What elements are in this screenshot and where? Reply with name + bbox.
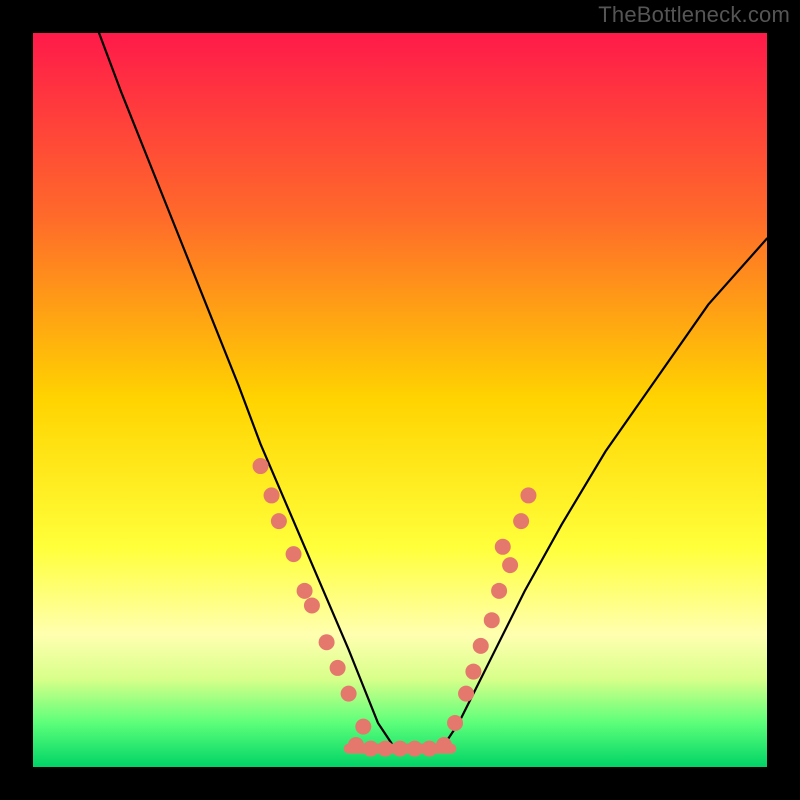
watermark-text: TheBottleneck.com [598, 2, 790, 28]
chart-svg [33, 33, 767, 767]
marker-right-dots [458, 686, 474, 702]
marker-left-dots [297, 583, 313, 599]
gradient-background [33, 33, 767, 767]
marker-bottom-dots [348, 737, 364, 753]
marker-right-dots [465, 664, 481, 680]
marker-bottom-dots [421, 741, 437, 757]
marker-left-dots [304, 598, 320, 614]
marker-right-dots [473, 638, 489, 654]
marker-bottom-dots [363, 741, 379, 757]
marker-bottom-dots [377, 741, 393, 757]
marker-left-dots [355, 719, 371, 735]
marker-right-dots [495, 539, 511, 555]
marker-right-dots [484, 612, 500, 628]
marker-bottom-dots [392, 741, 408, 757]
marker-right-dots [447, 715, 463, 731]
marker-left-dots [253, 458, 269, 474]
marker-left-dots [264, 487, 280, 503]
marker-left-dots [286, 546, 302, 562]
marker-bottom-dots [436, 737, 452, 753]
marker-bottom-dots [407, 741, 423, 757]
marker-left-dots [319, 634, 335, 650]
marker-right-dots [502, 557, 518, 573]
marker-right-dots [520, 487, 536, 503]
chart-area [33, 33, 767, 767]
marker-left-dots [341, 686, 357, 702]
marker-right-dots [491, 583, 507, 599]
marker-left-dots [271, 513, 287, 529]
marker-right-dots [513, 513, 529, 529]
marker-left-dots [330, 660, 346, 676]
